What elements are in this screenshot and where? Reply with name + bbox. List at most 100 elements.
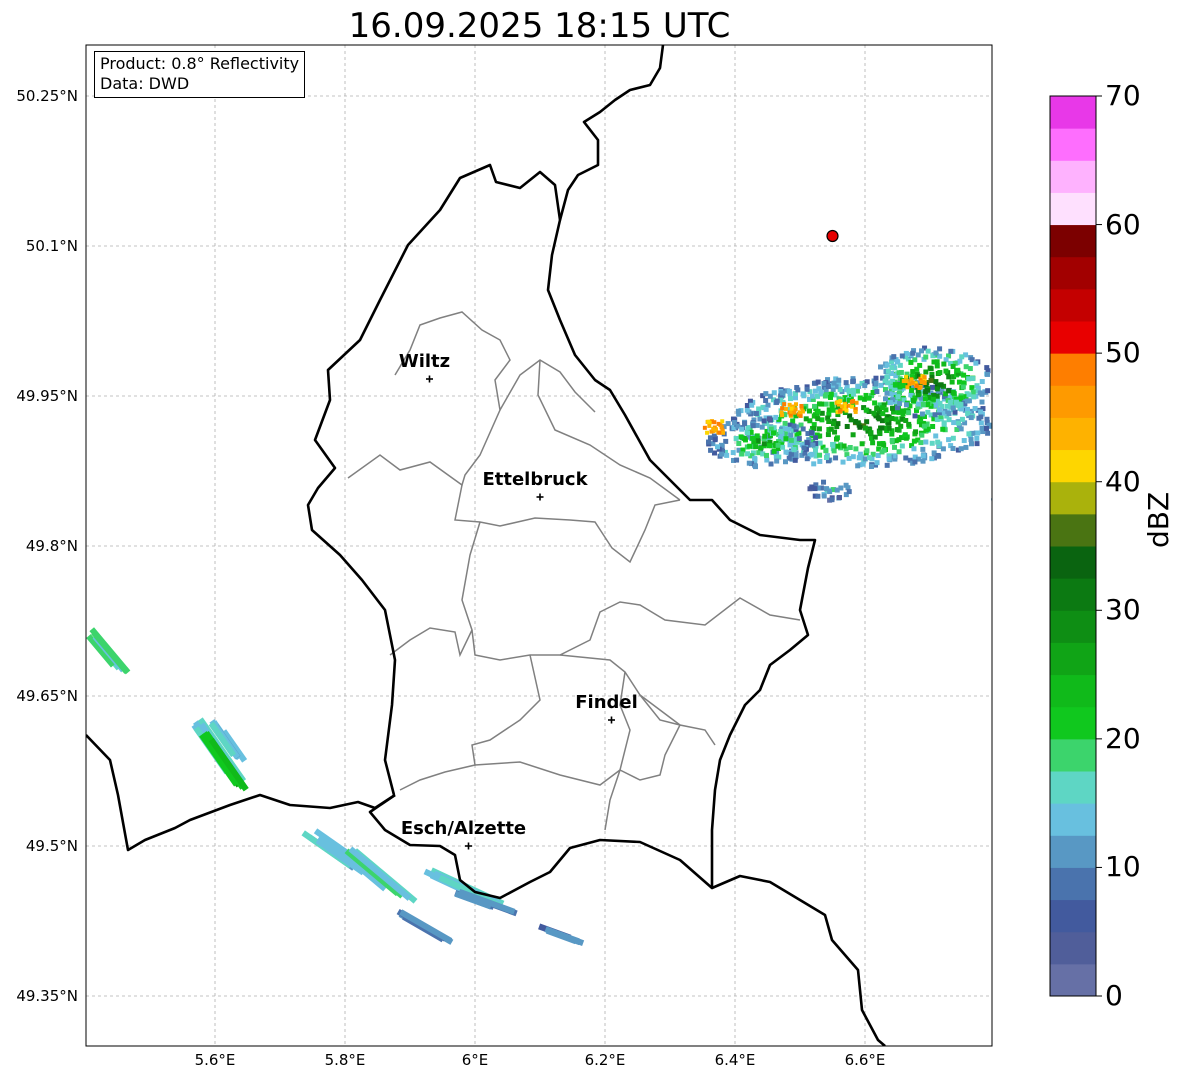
radar-pixel <box>778 428 784 434</box>
radar-pixel <box>843 380 849 386</box>
radar-pixel <box>719 451 725 457</box>
radar-pixel <box>815 416 821 422</box>
radar-pixel <box>904 374 909 379</box>
radar-pixel <box>974 435 980 441</box>
radar-pixel <box>719 424 724 429</box>
radar-pixel <box>799 403 804 408</box>
radar-pixel <box>896 437 902 443</box>
radar-pixel <box>817 458 823 464</box>
radar-pixel <box>795 387 801 393</box>
radar-pixel <box>874 389 880 395</box>
radar-pixel <box>956 420 962 426</box>
radar-pixel <box>708 447 714 453</box>
radar-pixel <box>853 446 859 452</box>
radar-pixel <box>943 357 949 363</box>
radar-pixel <box>821 380 827 386</box>
radar-pixel <box>720 430 725 435</box>
radar-pixel <box>947 399 953 405</box>
radar-pixel <box>921 379 926 384</box>
radar-pixel <box>958 446 964 452</box>
colorbar-segment <box>1050 578 1096 611</box>
radar-pixel <box>744 403 750 409</box>
colorbar-segment <box>1050 224 1096 258</box>
radar-pixel <box>782 426 788 432</box>
colorbar-segment <box>1050 867 1096 901</box>
radar-pixel <box>821 493 827 499</box>
radar-pixel <box>950 435 956 441</box>
colorbar-segment <box>1050 256 1096 290</box>
radar-pixel <box>702 425 707 430</box>
radar-pixel <box>836 377 842 383</box>
radar-pixel <box>885 368 891 374</box>
radar-pixel <box>880 405 886 411</box>
radar-pixel <box>815 408 821 414</box>
radar-pixel <box>855 383 861 389</box>
radar-pixel <box>750 423 756 429</box>
radar-pixel <box>811 461 817 467</box>
radar-pixel <box>910 380 915 385</box>
radar-pixel <box>912 413 918 419</box>
radar-pixel <box>984 416 990 422</box>
radar-pixel <box>803 416 809 422</box>
radar-pixel <box>903 418 909 424</box>
radar-pixel <box>761 418 767 424</box>
radar-pixel <box>747 443 753 449</box>
radar-pixel <box>804 386 810 392</box>
radar-pixel <box>899 443 905 449</box>
radar-pixel <box>787 396 793 402</box>
radar-pixel <box>933 433 939 439</box>
lat-tick-label: 49.5°N <box>25 837 78 855</box>
radar-pixel <box>872 400 878 406</box>
radar-pixel <box>796 436 802 442</box>
radar-pixel <box>816 426 822 432</box>
lon-tick-label: 6.6°E <box>844 1051 886 1069</box>
radar-pixel <box>964 398 970 404</box>
radar-pixel <box>840 404 845 409</box>
colorbar-segment <box>1050 931 1096 965</box>
radar-pixel <box>850 432 856 438</box>
radar-pixel <box>862 425 868 431</box>
lat-tick-label: 49.95°N <box>16 387 78 405</box>
radar-pixel <box>853 418 859 424</box>
radar-pixel <box>812 486 818 492</box>
radar-pixel <box>789 406 794 411</box>
lat-tick-label: 50.1°N <box>25 237 78 255</box>
radar-pixel <box>872 434 878 440</box>
colorbar-segment <box>1050 353 1096 386</box>
radar-pixel <box>810 442 816 448</box>
radar-pixel <box>850 391 856 397</box>
radar-pixel <box>815 493 821 499</box>
radar-pixel <box>830 421 836 427</box>
colorbar-segment <box>1050 449 1096 483</box>
radar-pixel <box>884 362 890 368</box>
radar-pixel <box>910 398 916 404</box>
lon-tick-label: 5.6°E <box>194 1051 236 1069</box>
radar-pixel <box>864 448 870 454</box>
radar-pixel <box>771 448 777 454</box>
radar-pixel <box>829 497 835 503</box>
radar-pixel <box>834 436 840 442</box>
radar-pixel <box>978 420 984 426</box>
lat-tick-label: 50.25°N <box>16 87 78 105</box>
radar-pixel <box>782 402 787 407</box>
radar-pixel <box>859 441 865 447</box>
radar-pixel <box>779 410 784 415</box>
radar-pixel <box>911 446 917 452</box>
radar-pixel <box>957 358 963 364</box>
radar-pixel <box>909 387 915 393</box>
radar-pixel <box>830 441 836 447</box>
radar-pixel <box>988 422 992 428</box>
radar-pixel <box>950 363 956 369</box>
radar-pixel <box>745 430 751 436</box>
radar-pixel <box>819 401 825 407</box>
radar-pixel <box>919 348 925 354</box>
radar-pixel <box>884 390 890 396</box>
radar-pixel <box>707 435 713 441</box>
radar-pixel <box>930 424 936 430</box>
colorbar-segment <box>1050 963 1096 997</box>
radar-pixel <box>841 443 847 449</box>
radar-pixel <box>929 456 935 462</box>
radar-pixel <box>881 442 887 448</box>
radar-pixel <box>825 432 831 438</box>
radar-pixel <box>823 455 829 461</box>
